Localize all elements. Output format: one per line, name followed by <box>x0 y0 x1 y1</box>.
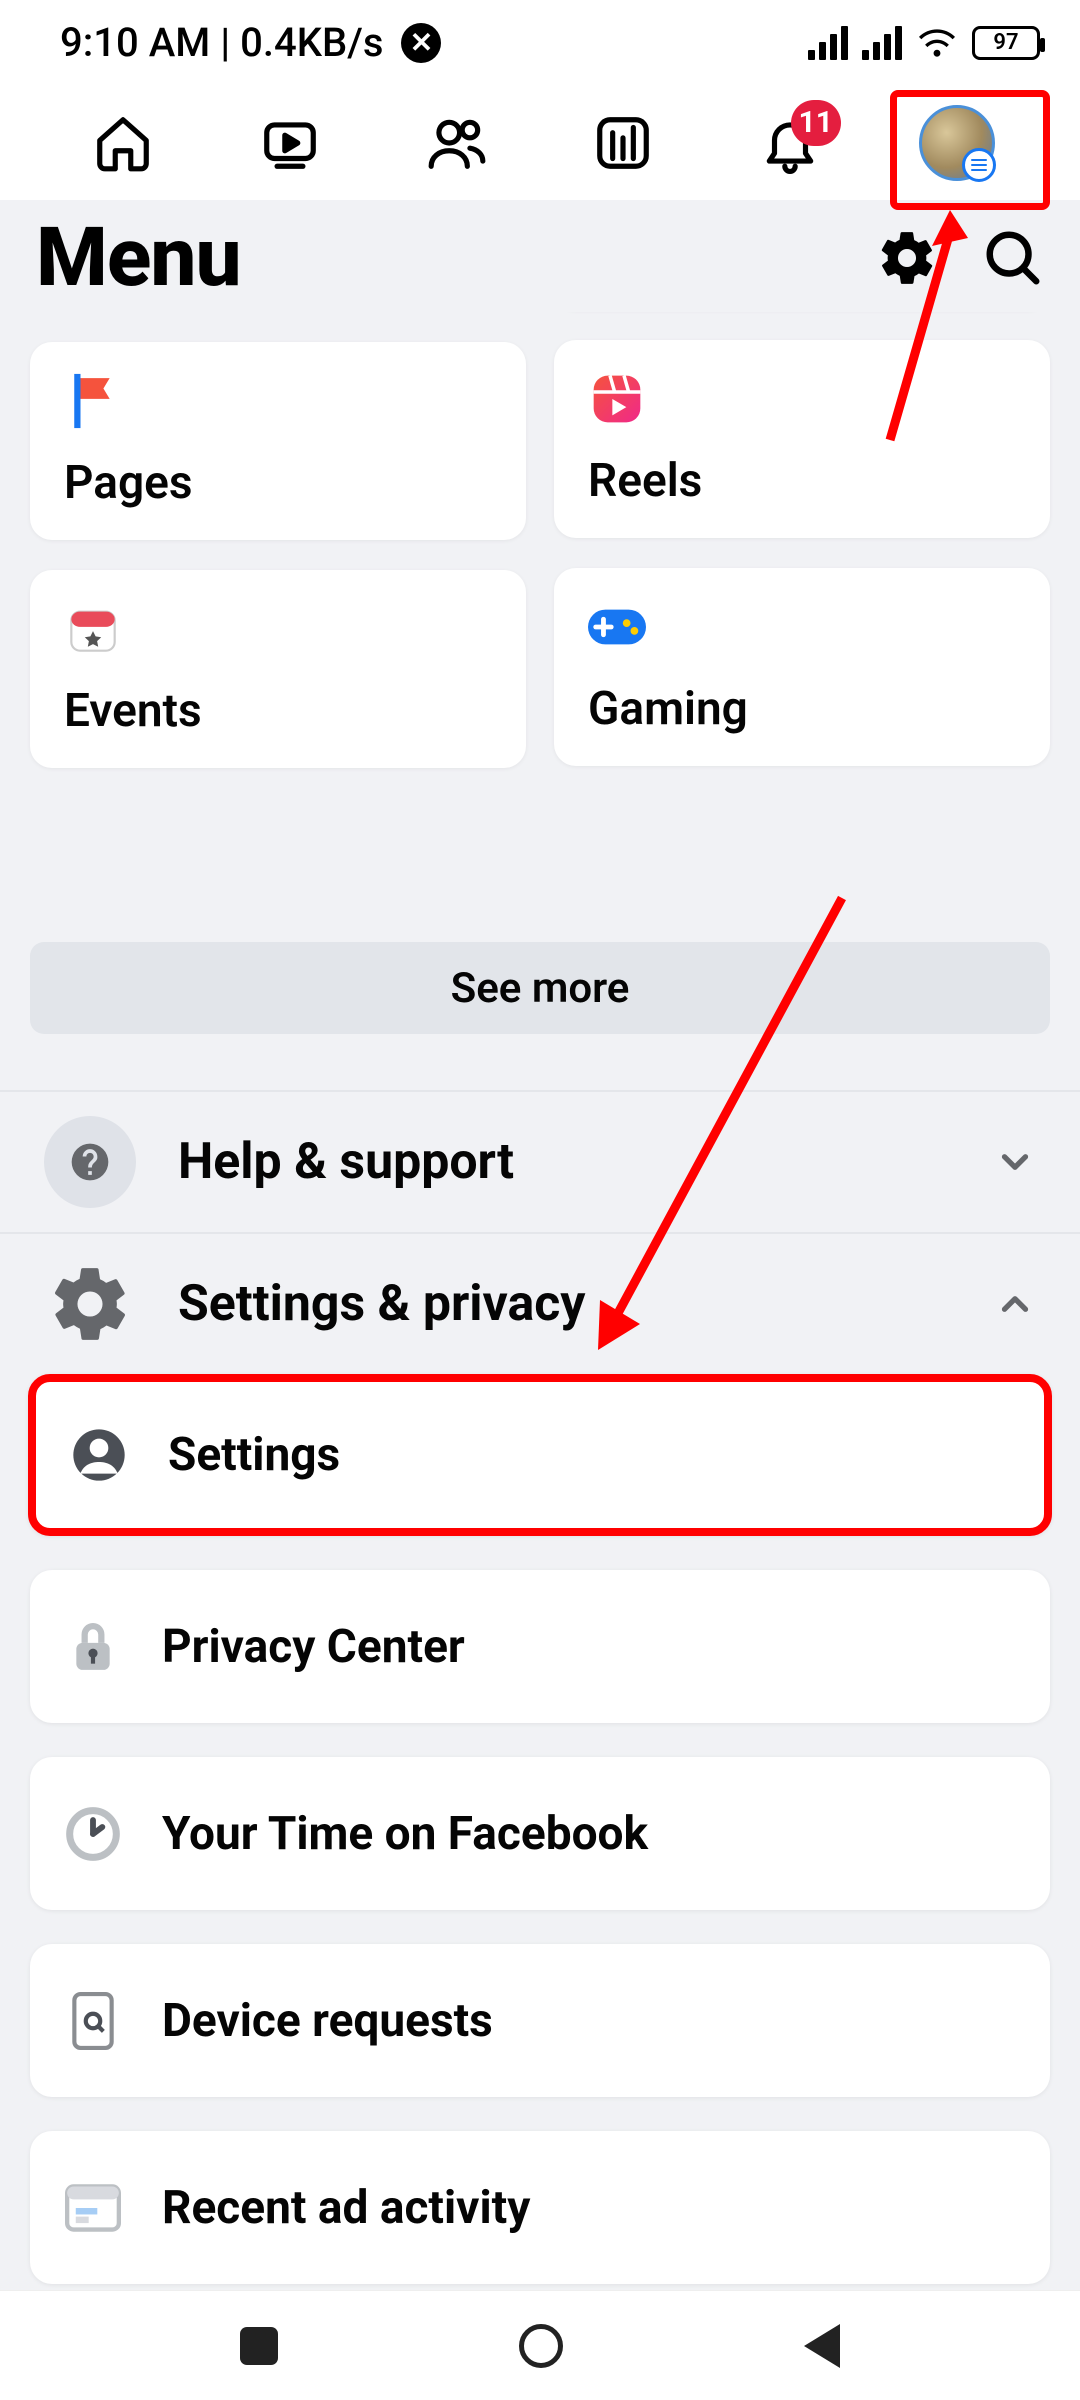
close-icon: ✕ <box>401 23 441 63</box>
avatar-icon <box>919 105 995 181</box>
status-right: 97 <box>808 26 1040 60</box>
battery-percent: 97 <box>993 30 1018 55</box>
section-label: Help & support <box>178 1133 994 1191</box>
item-label: Your Time on Facebook <box>162 1807 648 1861</box>
see-more-label: See more <box>451 964 630 1013</box>
item-label: Privacy Center <box>162 1620 465 1674</box>
section-label: Settings & privacy <box>178 1275 994 1333</box>
item-settings[interactable]: Settings <box>28 1374 1052 1536</box>
section-help-support[interactable]: Help & support <box>0 1092 1080 1232</box>
video-icon <box>259 112 321 174</box>
shortcut-reels[interactable]: Reels <box>554 340 1050 538</box>
flag-icon <box>64 372 122 430</box>
phone-icon <box>64 1992 122 2050</box>
status-left: 9:10 AM | 0.4KB/s ✕ <box>60 19 441 66</box>
wifi-icon <box>916 26 958 60</box>
tab-menu[interactable] <box>912 98 1002 188</box>
status-bar: 9:10 AM | 0.4KB/s ✕ 97 <box>0 0 1080 85</box>
status-netspeed: 0.4KB/s <box>240 19 383 66</box>
battery-icon: 97 <box>972 26 1040 60</box>
item-recent-ad-activity[interactable]: Recent ad activity <box>30 2131 1050 2284</box>
page-title: Menu <box>36 210 241 306</box>
shortcut-label: Events <box>64 684 492 738</box>
shortcut-label: Reels <box>588 454 1016 508</box>
home-icon <box>92 112 154 174</box>
item-privacy-center[interactable]: Privacy Center <box>30 1570 1050 1723</box>
tab-watch[interactable] <box>245 98 335 188</box>
system-nav-bar <box>0 2290 1080 2400</box>
chevron-up-icon <box>994 1283 1036 1325</box>
browser-icon <box>64 2179 122 2237</box>
calendar-icon <box>64 600 122 658</box>
shortcut-label: Pages <box>64 456 492 510</box>
reels-icon <box>588 370 646 428</box>
tab-notifications[interactable]: 11 <box>745 98 835 188</box>
status-sep: | <box>220 19 230 66</box>
see-more-button[interactable]: See more <box>30 942 1050 1034</box>
menu-header: Menu <box>0 200 1080 312</box>
nav-back[interactable] <box>804 2324 840 2368</box>
lock-icon <box>64 1618 122 1676</box>
item-label: Device requests <box>162 1994 493 2048</box>
tab-marketplace[interactable] <box>578 98 668 188</box>
signal-icon <box>808 26 848 60</box>
hamburger-icon <box>962 148 996 182</box>
notifications-badge: 11 <box>791 100 841 146</box>
tab-friends[interactable] <box>412 98 502 188</box>
nav-home[interactable] <box>519 2324 563 2368</box>
gamepad-icon <box>588 598 646 656</box>
shortcut-events[interactable]: Events <box>30 570 526 768</box>
item-label: Recent ad activity <box>162 2181 530 2235</box>
gear-icon <box>44 1258 136 1350</box>
shortcut-pages[interactable]: Pages <box>30 342 526 540</box>
shortcut-label: Gaming <box>588 682 1016 736</box>
section-settings-privacy[interactable]: Settings & privacy <box>0 1234 1080 1374</box>
settings-privacy-items: Settings Privacy Center Your Time on Fac… <box>0 1374 1080 2284</box>
search-icon[interactable] <box>982 227 1044 289</box>
item-label: Settings <box>168 1428 340 1482</box>
tab-home[interactable] <box>78 98 168 188</box>
signal-icon <box>862 26 902 60</box>
clock-icon <box>64 1805 122 1863</box>
marketplace-icon <box>592 112 654 174</box>
gear-icon[interactable] <box>876 227 938 289</box>
content-area: Menu Pages Events Ad Center <box>0 200 1080 2290</box>
user-circle-icon <box>70 1426 128 1484</box>
people-icon <box>426 112 488 174</box>
shortcuts-grid: Pages Events Ad Center Reels <box>0 312 1080 872</box>
shortcut-gaming[interactable]: Gaming <box>554 568 1050 766</box>
tab-bar: 11 <box>0 85 1080 200</box>
item-device-requests[interactable]: Device requests <box>30 1944 1050 2097</box>
chevron-down-icon <box>994 1141 1036 1183</box>
item-your-time[interactable]: Your Time on Facebook <box>30 1757 1050 1910</box>
nav-recent[interactable] <box>240 2327 278 2365</box>
status-time: 9:10 AM <box>60 19 210 66</box>
question-icon <box>44 1116 136 1208</box>
